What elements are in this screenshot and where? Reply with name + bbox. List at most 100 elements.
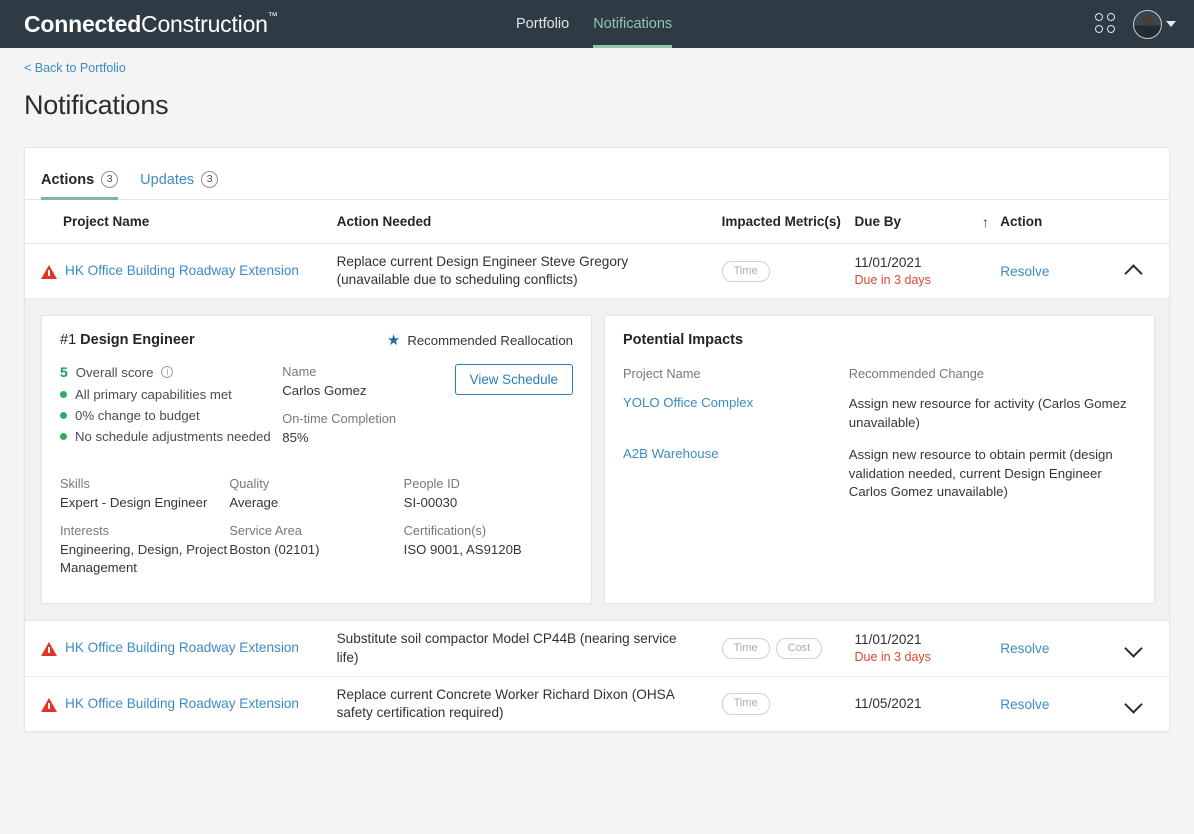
impacts-column-recommended-change: Recommended Change bbox=[848, 366, 984, 382]
table-row[interactable]: HK Office Building Roadway Extension Rep… bbox=[25, 677, 1169, 731]
project-name-link[interactable]: HK Office Building Roadway Extension bbox=[65, 640, 299, 657]
service-area-label: Service Area bbox=[229, 522, 302, 538]
detail-card-header: #1 Design Engineer ★ Recommended Realloc… bbox=[60, 332, 573, 348]
chevron-down-icon[interactable] bbox=[1126, 639, 1142, 655]
view-schedule-wrap: View Schedule bbox=[454, 364, 573, 458]
impact-project-link[interactable]: YOLO Office Complex bbox=[623, 395, 849, 432]
on-time-completion-label: On-time Completion bbox=[282, 411, 397, 427]
overall-score-value: 5 bbox=[60, 364, 68, 381]
table-row[interactable]: HK Office Building Roadway Extension Sub… bbox=[25, 621, 1169, 677]
row-expand-cell bbox=[1115, 639, 1153, 658]
name-column: Name Carlos Gomez On-time Completion 85% bbox=[282, 364, 454, 458]
back-to-portfolio-link[interactable]: < Back to Portfolio bbox=[24, 61, 126, 75]
recommended-resource-card: #1 Design Engineer ★ Recommended Realloc… bbox=[41, 315, 592, 605]
column-header-action-needed: Action Needed bbox=[336, 214, 432, 229]
row-action-needed: Replace current Concrete Worker Richard … bbox=[336, 686, 675, 721]
attribute-group-people-id: People ID SI-00030 Certification(s) ISO … bbox=[404, 476, 573, 587]
score-bullet: 0% change to budget bbox=[60, 408, 282, 423]
tab-actions-label: Actions bbox=[41, 171, 95, 188]
chevron-down-icon[interactable] bbox=[1126, 695, 1142, 711]
people-id-label: People ID bbox=[403, 476, 460, 492]
detail-role: Design Engineer bbox=[80, 332, 195, 349]
primary-nav: Portfolio Notifications bbox=[516, 0, 672, 48]
notifications-panel: Actions 3 Updates 3 Project Name Action … bbox=[24, 147, 1170, 733]
nav-item-notifications[interactable]: Notifications bbox=[593, 0, 672, 48]
tab-actions[interactable]: Actions 3 bbox=[41, 171, 119, 200]
app-logo[interactable]: Connected Construction ™ bbox=[24, 11, 278, 38]
chevron-up-icon[interactable] bbox=[1126, 262, 1142, 278]
metric-pill-time: Time bbox=[721, 693, 770, 715]
row-impacted-metrics: Time bbox=[721, 260, 855, 282]
column-header-action: Action bbox=[1000, 214, 1043, 229]
top-bar-actions bbox=[1095, 0, 1176, 48]
avatar bbox=[1133, 9, 1162, 39]
user-menu[interactable] bbox=[1133, 9, 1176, 39]
due-warning: Due in 3 days bbox=[854, 272, 931, 287]
tab-updates-count: 3 bbox=[201, 171, 219, 188]
brand-name-bold: Connected bbox=[24, 10, 142, 37]
info-icon[interactable]: i bbox=[161, 366, 174, 379]
nav-item-portfolio[interactable]: Portfolio bbox=[516, 0, 569, 48]
score-bullet-label: All primary capabilities met bbox=[75, 387, 232, 403]
service-area-value: Boston (02101) bbox=[229, 541, 320, 557]
column-header-project-name: Project Name bbox=[63, 214, 150, 229]
status-dot-green bbox=[60, 433, 67, 441]
score-and-name-block: 5 Overall score i All primary capabiliti… bbox=[60, 364, 573, 458]
certifications-label: Certification(s) bbox=[403, 522, 487, 538]
impacts-header-row: Project Name Recommended Change bbox=[623, 366, 1136, 381]
row-action-cell: Resolve bbox=[1000, 264, 1115, 279]
score-column: 5 Overall score i All primary capabiliti… bbox=[60, 364, 282, 458]
name-value: Carlos Gomez bbox=[282, 383, 367, 399]
impact-project-link[interactable]: A2B Warehouse bbox=[623, 446, 849, 501]
project-name-link[interactable]: HK Office Building Roadway Extension bbox=[65, 696, 299, 713]
skills-value: Expert - Design Engineer bbox=[60, 495, 208, 511]
score-bullet: No schedule adjustments needed bbox=[60, 429, 282, 444]
grid-apps-icon[interactable] bbox=[1095, 13, 1117, 35]
resolve-link[interactable]: Resolve bbox=[1000, 641, 1049, 656]
impact-recommended-change: Assign new resource for activity (Carlos… bbox=[848, 396, 1127, 430]
row-action-needed: Substitute soil compactor Model CP44B (n… bbox=[336, 631, 677, 665]
quality-value: Average bbox=[229, 495, 279, 511]
impact-row: A2B Warehouse Assign new resource to obt… bbox=[623, 446, 1136, 501]
due-warning: Due in 3 days bbox=[854, 650, 931, 665]
impacts-column-project-name: Project Name bbox=[623, 366, 701, 382]
attribute-group-quality: Quality Average Service Area Boston (021… bbox=[229, 476, 403, 587]
score-bullet-label: No schedule adjustments needed bbox=[75, 429, 271, 445]
table-header-row: Project Name Action Needed Impacted Metr… bbox=[25, 200, 1169, 244]
resource-attributes-grid: Skills Expert - Design Engineer Interest… bbox=[60, 476, 573, 587]
project-name-link[interactable]: HK Office Building Roadway Extension bbox=[65, 263, 299, 280]
interests-label: Interests bbox=[60, 522, 110, 538]
column-header-due-by: Due By bbox=[854, 214, 901, 229]
resolve-link[interactable]: Resolve bbox=[1000, 264, 1049, 279]
certifications-value: ISO 9001, AS9120B bbox=[403, 541, 522, 557]
status-dot-green bbox=[60, 412, 67, 420]
warning-triangle-icon bbox=[41, 264, 57, 279]
tab-bar: Actions 3 Updates 3 bbox=[25, 148, 1169, 200]
impact-recommended-change: Assign new resource to obtain permit (de… bbox=[848, 447, 1113, 500]
sort-ascending-icon[interactable]: ↑ bbox=[971, 214, 1001, 230]
due-date: 11/01/2021 bbox=[854, 632, 922, 648]
people-id-value: SI-00030 bbox=[403, 495, 458, 511]
overall-score-label: Overall score bbox=[75, 364, 154, 380]
row-due-by: 11/01/2021 Due in 3 days bbox=[854, 254, 970, 289]
attribute-group-skills: Skills Expert - Design Engineer Interest… bbox=[60, 476, 229, 587]
name-label: Name bbox=[282, 364, 317, 380]
brand-name-light: Construction bbox=[141, 10, 268, 37]
resolve-link[interactable]: Resolve bbox=[1000, 697, 1049, 712]
expanded-detail-panel: #1 Design Engineer ★ Recommended Realloc… bbox=[25, 299, 1169, 622]
on-time-completion-value: 85% bbox=[282, 430, 309, 446]
warning-triangle-icon bbox=[41, 697, 57, 712]
view-schedule-button[interactable]: View Schedule bbox=[454, 364, 573, 396]
row-action-cell: Resolve bbox=[1000, 641, 1115, 656]
detail-card-title: #1 Design Engineer bbox=[60, 332, 195, 348]
potential-impacts-card: Potential Impacts Project Name Recommend… bbox=[604, 315, 1155, 605]
impact-row: YOLO Office Complex Assign new resource … bbox=[623, 395, 1136, 432]
row-expand-cell bbox=[1115, 695, 1153, 714]
table-row[interactable]: HK Office Building Roadway Extension Rep… bbox=[25, 244, 1169, 300]
tab-updates[interactable]: Updates 3 bbox=[140, 171, 219, 199]
chevron-down-icon[interactable] bbox=[1166, 21, 1176, 27]
row-expand-cell bbox=[1115, 262, 1153, 281]
quality-label: Quality bbox=[229, 476, 270, 492]
warning-triangle-icon bbox=[41, 642, 57, 657]
column-header-impacted-metrics: Impacted Metric(s) bbox=[721, 214, 841, 229]
